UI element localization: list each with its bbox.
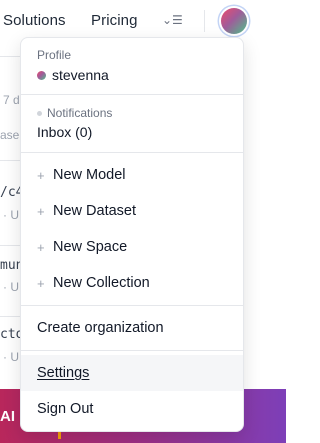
menu-divider bbox=[21, 305, 243, 306]
create-organization-item[interactable]: Create organization bbox=[21, 312, 243, 344]
new-collection-item[interactable]: + New Collection bbox=[21, 267, 243, 299]
notifications-label: Notifications bbox=[47, 106, 113, 120]
new-space-item[interactable]: + New Space bbox=[21, 231, 243, 263]
user-dropdown-menu: Profile stevenna Notifications Inbox (0)… bbox=[20, 37, 244, 432]
menu-divider bbox=[21, 152, 243, 153]
new-model-item[interactable]: + New Model bbox=[21, 159, 243, 191]
nav-pricing-link[interactable]: Pricing bbox=[91, 12, 138, 29]
new-dataset-item[interactable]: + New Dataset bbox=[21, 195, 243, 227]
new-collection-label: New Collection bbox=[53, 275, 150, 291]
bg-meta: · U bbox=[3, 350, 20, 364]
bg-meta-text: U bbox=[10, 350, 20, 364]
plus-icon: + bbox=[37, 203, 45, 219]
plus-icon: + bbox=[37, 239, 45, 255]
bg-text: ase bbox=[0, 128, 20, 142]
bg-text: 7 d bbox=[3, 93, 20, 107]
profile-label: Profile bbox=[37, 48, 72, 62]
notification-dot-icon bbox=[37, 110, 42, 116]
user-avatar-icon bbox=[37, 70, 46, 80]
menu-divider bbox=[21, 350, 243, 351]
settings-label: Settings bbox=[37, 365, 90, 381]
user-avatar-button[interactable] bbox=[221, 8, 247, 34]
new-model-label: New Model bbox=[53, 167, 126, 183]
divider bbox=[0, 160, 20, 161]
bg-meta-text: U bbox=[10, 280, 20, 294]
profile-username: stevenna bbox=[52, 67, 109, 83]
banner-accent bbox=[58, 431, 61, 439]
sign-out-item[interactable]: Sign Out bbox=[21, 393, 243, 425]
plus-icon: + bbox=[37, 275, 45, 291]
inbox-link[interactable]: Inbox (0) bbox=[37, 124, 92, 140]
divider bbox=[0, 245, 20, 246]
more-menu-icon[interactable]: ⌄☰ bbox=[162, 13, 183, 27]
nav-divider bbox=[204, 10, 205, 32]
nav-solutions-link[interactable]: Solutions bbox=[3, 12, 66, 29]
divider bbox=[0, 316, 20, 317]
notifications-header: Notifications bbox=[37, 106, 112, 120]
divider bbox=[0, 56, 20, 57]
profile-link[interactable]: stevenna bbox=[37, 67, 109, 83]
new-dataset-label: New Dataset bbox=[53, 203, 137, 219]
bg-meta: · U bbox=[3, 280, 20, 294]
create-organization-label: Create organization bbox=[37, 320, 164, 336]
bg-meta-text: U bbox=[10, 208, 20, 222]
settings-item[interactable]: Settings bbox=[21, 355, 243, 391]
menu-divider bbox=[21, 94, 243, 95]
plus-icon: + bbox=[37, 167, 45, 183]
top-nav: Solutions Pricing ⌄☰ bbox=[0, 0, 286, 42]
bg-meta: · U bbox=[3, 208, 20, 222]
sign-out-label: Sign Out bbox=[37, 401, 94, 417]
promo-banner-text: AI bbox=[0, 408, 15, 425]
new-space-label: New Space bbox=[53, 239, 128, 255]
